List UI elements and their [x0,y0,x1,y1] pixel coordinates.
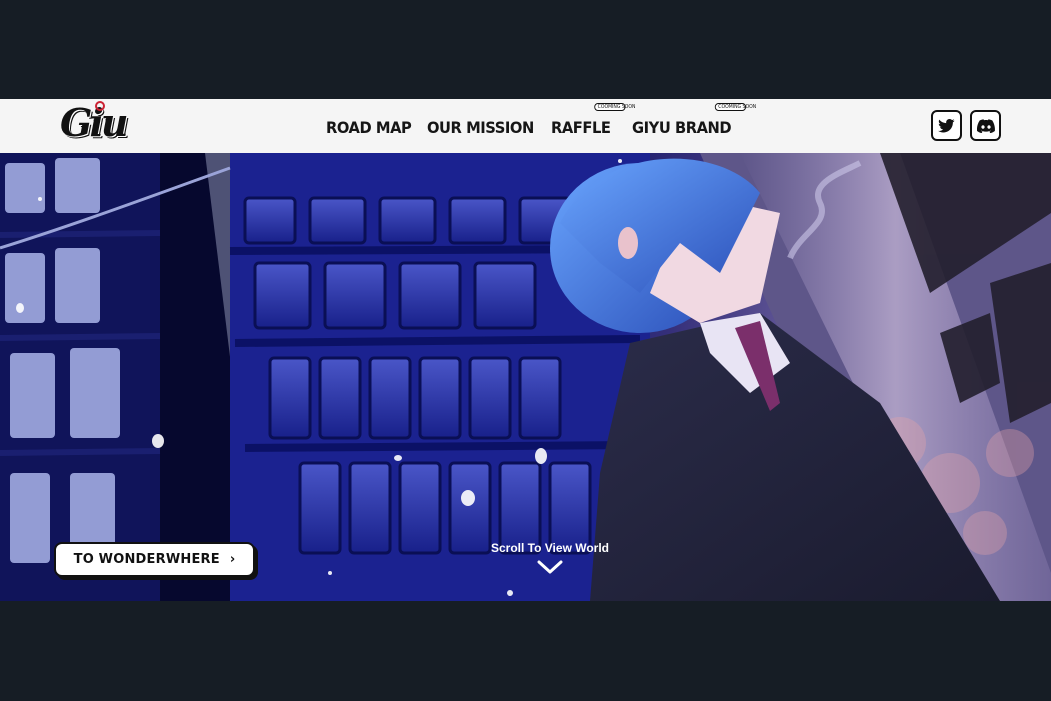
to-wonderwhere-button[interactable]: TO WONDERWHERE › [54,542,255,577]
twitter-button[interactable] [931,110,962,141]
hero-banner: TO WONDERWHERE › Scroll To View World [0,153,1051,601]
discord-icon [976,118,995,133]
nav-label: ROAD MAP [326,118,412,137]
site-frame: Giu ROAD MAP OUR MISSION RAFFLE COOMING … [0,99,1051,601]
hero-illustration [0,153,1051,601]
site-header: Giu ROAD MAP OUR MISSION RAFFLE COOMING … [0,99,1051,153]
coming-soon-badge: COOMING SOON [714,103,756,111]
cta-label: TO WONDERWHERE [73,552,220,567]
nav-item-road-map[interactable]: ROAD MAP [326,115,412,137]
nav-item-giyu-brand[interactable]: GIYU BRAND COOMING SOON [631,103,756,137]
nav-item-our-mission[interactable]: OUR MISSION [427,115,534,137]
coming-soon-badge: COOMING SOON [593,103,635,111]
logo-wordmark: Giu [60,100,128,145]
nav-item-raffle[interactable]: RAFFLE COOMING SOON [550,103,635,137]
logo-accent-icon [95,101,105,111]
scroll-to-view-world[interactable]: Scroll To View World [470,541,630,575]
discord-button[interactable] [970,110,1001,141]
nav-label: RAFFLE [550,118,611,137]
site-logo[interactable]: Giu [60,99,128,147]
twitter-icon [938,118,955,132]
main-nav: ROAD MAP OUR MISSION RAFFLE COOMING SOON… [326,99,756,153]
scroll-label: Scroll To View World [490,541,610,555]
chevron-right-icon: › [229,552,236,567]
chevron-down-icon [537,560,563,574]
nav-label: GIYU BRAND [631,118,732,137]
nav-label: OUR MISSION [426,118,534,137]
